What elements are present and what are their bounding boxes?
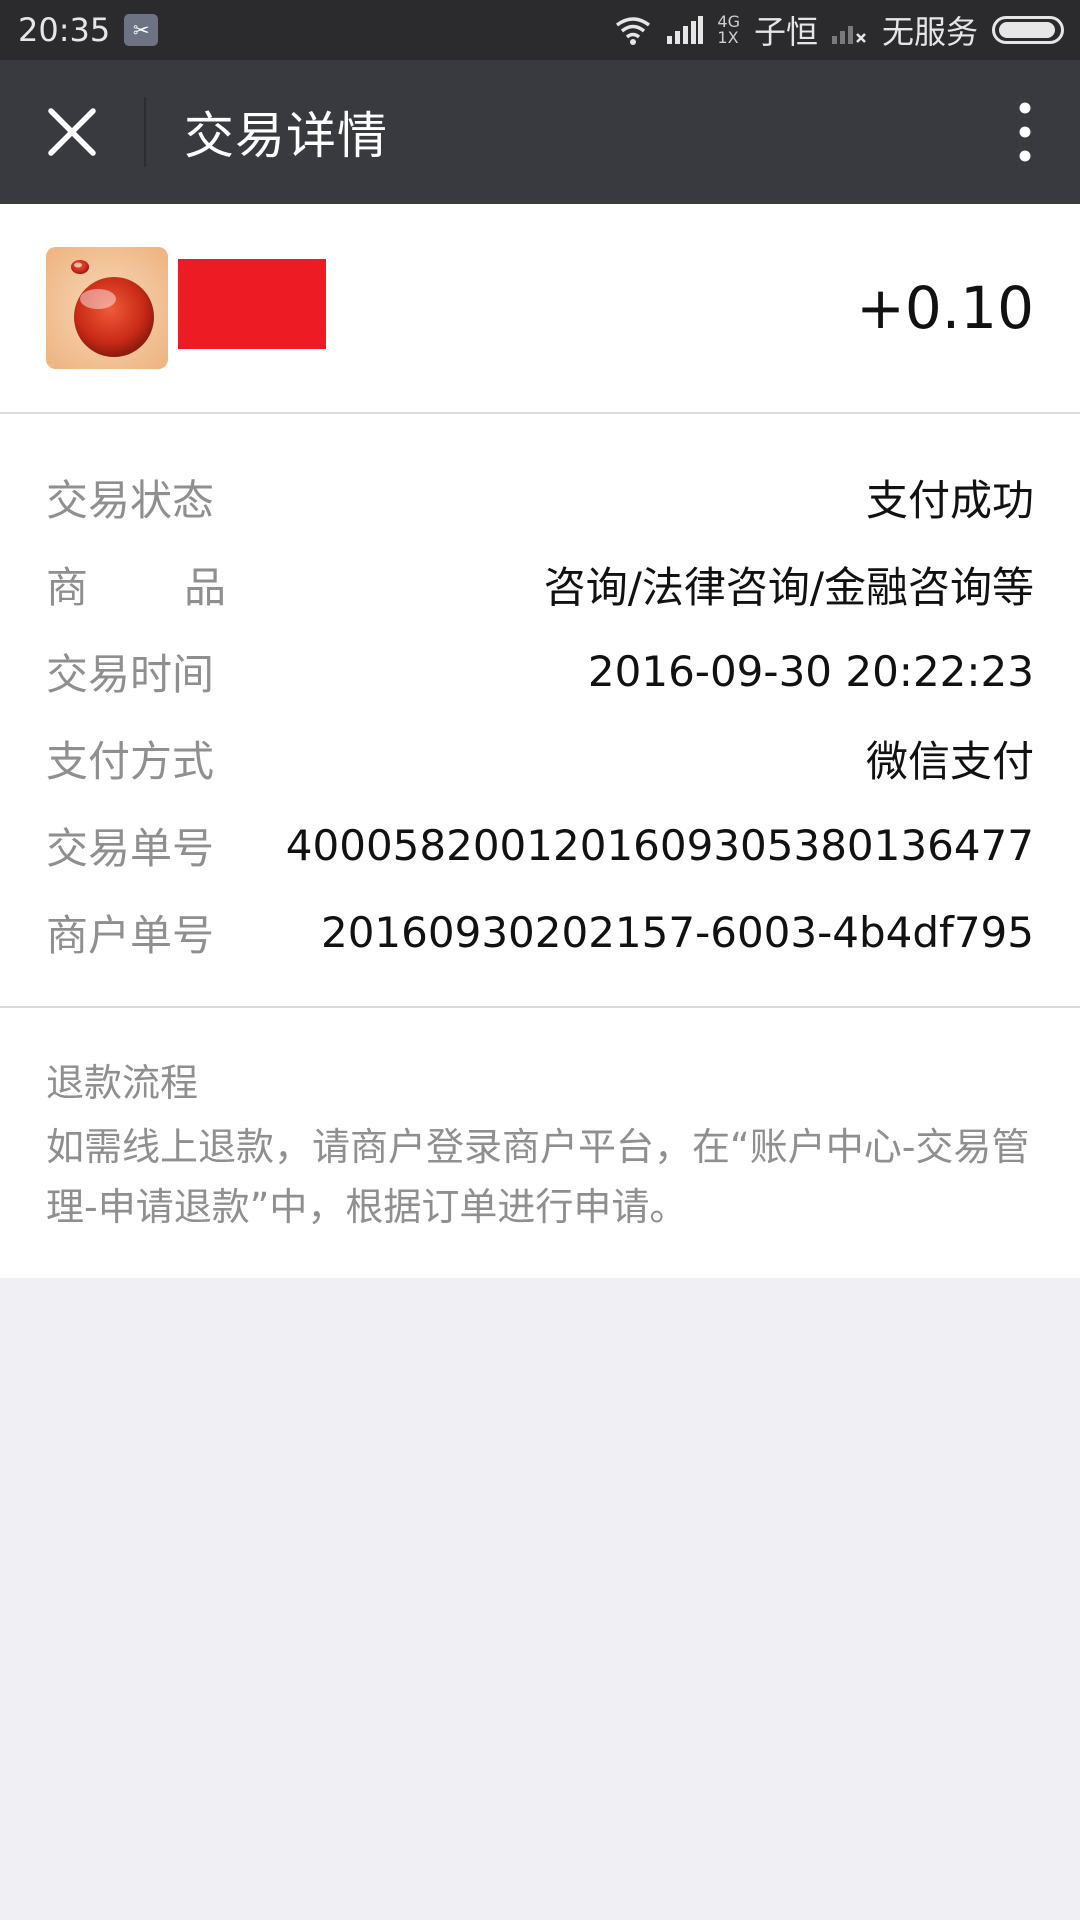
detail-value: 咨询/法律咨询/金融咨询等 xyxy=(543,563,1034,612)
merchant-name-redacted xyxy=(178,259,326,349)
detail-row-merchant-order-id: 商户单号 20160930202157-6003-4b4df795 xyxy=(46,889,1034,976)
detail-label: 商户单号 xyxy=(46,911,215,960)
page-title: 交易详情 xyxy=(184,107,388,165)
detail-value: 微信支付 xyxy=(865,737,1034,786)
detail-value: 2016-09-30 20:22:23 xyxy=(587,647,1034,696)
detail-label: 商 品 xyxy=(46,563,226,612)
refund-info: 退款流程 如需线上退款，请商户登录商户平台，在“账户中心-交易管理-申请退款”中… xyxy=(0,1008,1080,1278)
status-time: 20:35 xyxy=(18,11,111,49)
status-right: 4G 1X 子恒 无服务 xyxy=(613,7,1064,53)
detail-label: 交易单号 xyxy=(46,824,215,873)
status-left: 20:35 ✂ xyxy=(18,11,159,49)
detail-row-transaction-id: 交易单号 4000582001201609305380136477 xyxy=(46,802,1034,889)
detail-value: 支付成功 xyxy=(865,476,1034,525)
refund-title: 退款流程 xyxy=(46,1061,199,1105)
transaction-details: 交易状态 支付成功 商 品 咨询/法律咨询/金融咨询等 交易时间 2016-09… xyxy=(0,414,1080,1008)
merchant-header: +0.10 xyxy=(0,204,1080,414)
transaction-amount: +0.10 xyxy=(856,274,1034,342)
detail-label: 交易时间 xyxy=(46,650,215,699)
water-drop-logo-icon xyxy=(46,247,168,369)
no-signal-icon xyxy=(831,26,866,44)
carrier-name: 子恒 xyxy=(753,13,818,51)
detail-row-status: 交易状态 支付成功 xyxy=(46,454,1034,541)
detail-row-payment-method: 支付方式 微信支付 xyxy=(46,715,1034,802)
network-type: 4G 1X xyxy=(717,12,740,47)
screenshot-icon: ✂ xyxy=(124,14,159,46)
merchant-logo xyxy=(46,247,168,369)
detail-label: 交易状态 xyxy=(46,476,215,525)
detail-value: 20160930202157-6003-4b4df795 xyxy=(320,908,1034,957)
nav-divider xyxy=(144,97,146,167)
more-button[interactable] xyxy=(970,60,1080,204)
nav-bar: 交易详情 xyxy=(0,60,1080,204)
detail-label: 支付方式 xyxy=(46,737,215,786)
refund-text: 如需线上退款，请商户登录商户平台，在“账户中心-交易管理-申请退款”中，根据订单… xyxy=(46,1125,1030,1229)
detail-row-time: 交易时间 2016-09-30 20:22:23 xyxy=(46,628,1034,715)
close-button[interactable] xyxy=(0,60,144,204)
more-vertical-icon xyxy=(1019,102,1031,162)
close-icon xyxy=(48,108,96,156)
status-bar: 20:35 ✂ 4G 1X 子恒 无服务 xyxy=(0,0,1080,60)
detail-value: 4000582001201609305380136477 xyxy=(285,821,1034,870)
signal-icon xyxy=(667,16,704,44)
carrier-status: 无服务 xyxy=(881,13,978,51)
detail-row-product: 商 品 咨询/法律咨询/金融咨询等 xyxy=(46,541,1034,628)
battery-icon xyxy=(992,16,1064,44)
wifi-icon xyxy=(616,17,651,45)
